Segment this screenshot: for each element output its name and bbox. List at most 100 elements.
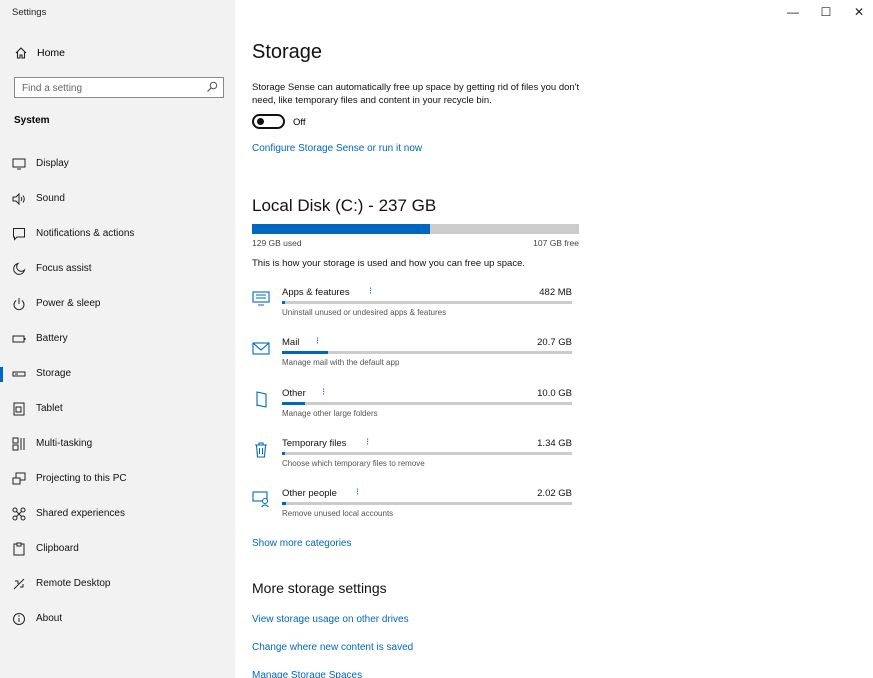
- category-mail[interactable]: Mail ⁝ 20.7 GB Manage mail with the default…: [252, 337, 582, 383]
- multitasking-icon: [12, 437, 25, 451]
- sidebar-item-battery[interactable]: Battery: [0, 325, 235, 353]
- sidebar-item-remote-desktop[interactable]: Remote Desktop: [0, 570, 235, 598]
- sidebar-item-focus-assist[interactable]: Focus assist: [0, 255, 235, 283]
- category-name: Mail: [282, 337, 300, 349]
- disk-used-label: 129 GB used: [252, 238, 302, 248]
- selection-indicator: [0, 367, 3, 382]
- more-storage-settings-heading: More storage settings: [252, 580, 387, 596]
- category-description: Choose which temporary files to remove: [282, 458, 425, 468]
- disk-usage-fill: [252, 224, 431, 234]
- sidebar-item-label: Clipboard: [36, 543, 79, 554]
- projecting-icon: [12, 472, 26, 485]
- configure-storage-sense-link[interactable]: Configure Storage Sense or run it now: [252, 143, 422, 154]
- sidebar-item-label: Battery: [36, 333, 68, 344]
- section-heading-system: System: [14, 115, 50, 126]
- sidebar-item-multi-tasking[interactable]: Multi-tasking: [0, 430, 235, 458]
- category-usage-fill: [282, 502, 287, 506]
- category-size: 1.34 GB: [537, 437, 572, 449]
- category-usage-fill: [282, 451, 285, 455]
- loading-dots-icon: ⁝: [316, 336, 320, 348]
- sidebar-item-power-sleep[interactable]: Power & sleep: [0, 290, 235, 318]
- category-name: Apps & features: [282, 287, 350, 298]
- category-description: Manage mail with the default app: [282, 358, 400, 368]
- category-usage-fill: [282, 301, 285, 304]
- category-other-people[interactable]: Other people ⁝ 2.02 GB Remove unused local …: [252, 488, 582, 534]
- sidebar-item-display[interactable]: Display: [0, 150, 235, 178]
- change-save-location-link[interactable]: Change where new content is saved: [252, 642, 413, 653]
- monitor-icon: [12, 158, 26, 170]
- category-size: 10.0 GB: [537, 387, 572, 399]
- loading-dots-icon: ⁝: [369, 286, 373, 297]
- sidebar-item-tablet[interactable]: Tablet: [0, 395, 235, 423]
- loading-dots-icon: ⁝: [366, 436, 370, 448]
- sidebar-item-shared-experiences[interactable]: Shared experiences: [0, 500, 235, 528]
- toggle-knob: [257, 118, 264, 125]
- sidebar-item-notifications-actions[interactable]: Notifications & actions: [0, 220, 235, 248]
- category-apps-features[interactable]: Apps & features ⁝ 482 MB Uninstall unused o…: [252, 287, 582, 333]
- category-other[interactable]: Other ⁝ 10.0 GB Manage other large folders: [252, 387, 582, 434]
- storage-icon: [12, 371, 26, 377]
- sidebar-item-projecting-to-this-pc[interactable]: Projecting to this PC: [0, 465, 235, 493]
- category-size: 2.02 GB: [537, 488, 572, 500]
- sidebar-item-clipboard[interactable]: Clipboard: [0, 535, 235, 563]
- app-title: Settings: [12, 7, 47, 18]
- category-usage-bar: [282, 502, 572, 506]
- clipboard-icon: [13, 542, 25, 556]
- settings-window: Settings Home System Display Sound Notific…: [0, 0, 873, 678]
- category-name: Other people: [282, 488, 337, 500]
- sidebar-item-label: Focus assist: [36, 263, 92, 274]
- category-name: Other: [282, 387, 306, 399]
- page-title: Storage: [252, 41, 323, 63]
- sidebar: Settings Home System Display Sound Notific…: [0, 0, 235, 678]
- category-usage-bar: [282, 351, 572, 355]
- disk-free-label: 107 GB free: [533, 238, 579, 248]
- sidebar-item-about[interactable]: About: [0, 605, 235, 633]
- mail-icon: [252, 342, 270, 355]
- sidebar-item-label: Tablet: [36, 403, 63, 414]
- manage-storage-spaces-link[interactable]: Manage Storage Spaces: [252, 670, 362, 678]
- folder-icon: [256, 390, 267, 408]
- people-icon: [252, 491, 269, 508]
- power-icon: [13, 298, 25, 311]
- category-usage-bar: [282, 401, 572, 405]
- show-more-categories-link[interactable]: Show more categories: [252, 538, 352, 549]
- search-box[interactable]: [14, 77, 224, 98]
- sidebar-item-sound[interactable]: Sound: [0, 185, 235, 213]
- remote-desktop-icon: [13, 578, 25, 590]
- home-label: Home: [37, 47, 66, 59]
- main-content: Storage Storage Sense can automatically …: [252, 0, 852, 678]
- category-usage-fill: [282, 401, 306, 405]
- shared-icon: [12, 507, 26, 521]
- notification-icon: [13, 228, 25, 241]
- close-button[interactable]: ✕: [849, 2, 869, 22]
- search-input[interactable]: [15, 79, 195, 98]
- speaker-icon: [12, 192, 25, 206]
- category-usage-bar: [282, 451, 572, 455]
- battery-icon: [12, 335, 26, 343]
- toggle-state-label: Off: [293, 117, 306, 128]
- sidebar-item-label: Projecting to this PC: [36, 473, 127, 484]
- category-temporary-files[interactable]: Temporary files ⁝ 1.34 GB Choose which temp…: [252, 436, 582, 484]
- disk-title: Local Disk (C:) - 237 GB: [252, 196, 437, 215]
- sidebar-item-storage[interactable]: Storage: [0, 360, 235, 388]
- loading-dots-icon: ⁝: [356, 487, 360, 499]
- info-icon: [13, 613, 25, 625]
- storage-sense-description: Storage Sense can automatically free up …: [252, 82, 580, 106]
- category-description: Manage other large folders: [282, 408, 378, 418]
- category-description: Uninstall unused or undesired apps & fea…: [282, 308, 447, 317]
- sidebar-item-label: About: [36, 613, 63, 624]
- sidebar-item-label: Shared experiences: [36, 508, 125, 519]
- category-size: 20.7 GB: [537, 337, 572, 349]
- sidebar-item-label: Storage: [36, 368, 72, 379]
- home-icon: [15, 47, 27, 59]
- search-icon: [207, 81, 218, 92]
- sidebar-item-label: Notifications & actions: [36, 228, 135, 239]
- disk-explanation: This is how your storage is used and how…: [252, 258, 526, 269]
- view-other-drives-link[interactable]: View storage usage on other drives: [252, 614, 409, 625]
- category-description: Remove unused local accounts: [282, 509, 394, 519]
- storage-sense-toggle[interactable]: [252, 114, 285, 129]
- apps-icon: [252, 291, 270, 306]
- home-nav[interactable]: Home: [0, 43, 235, 65]
- sidebar-item-label: Display: [36, 158, 69, 169]
- sidebar-item-label: Multi-tasking: [36, 438, 93, 449]
